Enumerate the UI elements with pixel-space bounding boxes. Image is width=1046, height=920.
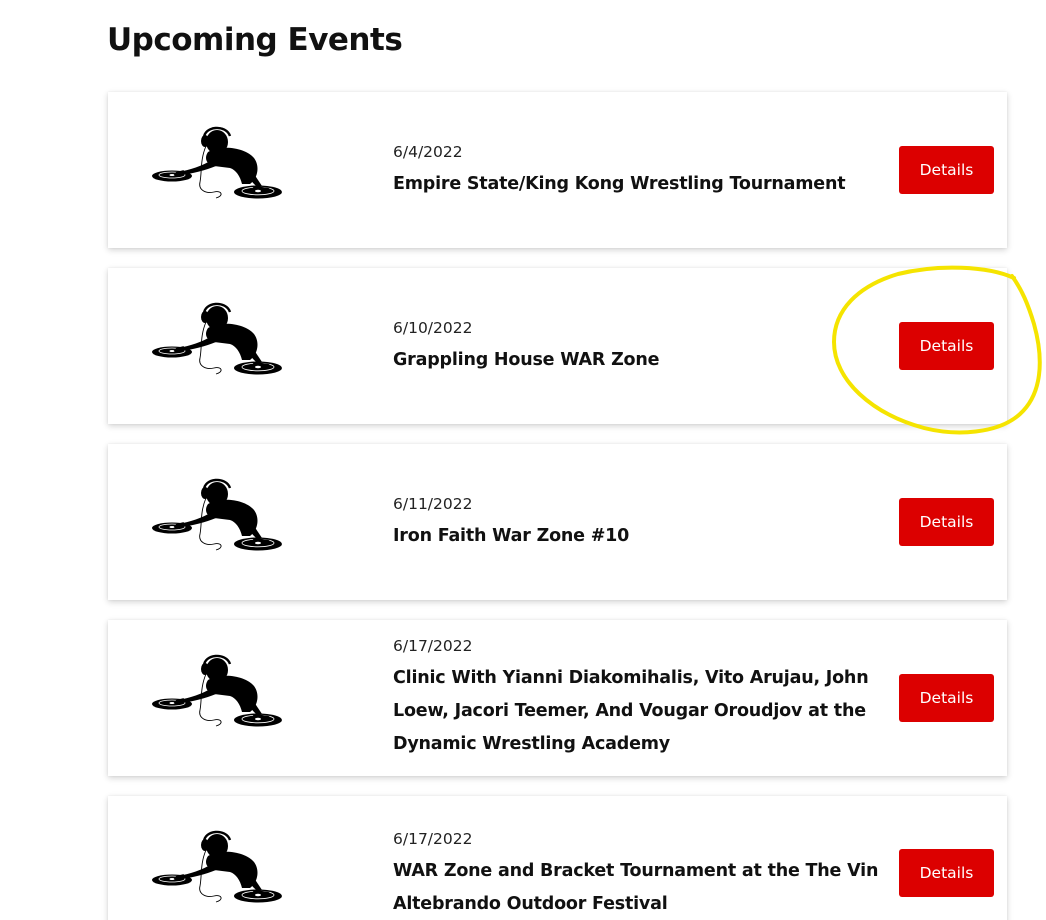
event-card: 6/17/2022 WAR Zone and Bracket Tournamen… xyxy=(108,796,1007,920)
dj-turntables-silhouette-icon xyxy=(150,302,284,376)
dj-turntables-silhouette-icon xyxy=(150,654,284,728)
page: Upcoming Events 6/4/2022 Empire State/Ki… xyxy=(0,0,1046,920)
event-info: 6/10/2022 Grappling House WAR Zone xyxy=(393,318,883,377)
event-details-button[interactable]: Details xyxy=(899,146,994,194)
event-info: 6/4/2022 Empire State/King Kong Wrestlin… xyxy=(393,142,883,201)
dj-turntables-silhouette-icon xyxy=(150,478,284,552)
event-details-button[interactable]: Details xyxy=(899,322,994,370)
event-details-button[interactable]: Details xyxy=(899,674,994,722)
event-date: 6/11/2022 xyxy=(393,495,473,513)
dj-turntables-silhouette-icon xyxy=(150,126,284,200)
event-date: 6/10/2022 xyxy=(393,319,473,337)
event-name: Clinic With Yianni Diakomihalis, Vito Ar… xyxy=(393,668,869,754)
event-details-button[interactable]: Details xyxy=(899,849,994,897)
event-date: 6/17/2022 xyxy=(393,830,473,848)
event-details-button[interactable]: Details xyxy=(899,498,994,546)
event-name: WAR Zone and Bracket Tournament at the T… xyxy=(393,861,879,914)
event-card: 6/11/2022 Iron Faith War Zone #10 Detail… xyxy=(108,444,1007,600)
event-date: 6/4/2022 xyxy=(393,143,463,161)
event-name: Grappling House WAR Zone xyxy=(393,350,660,370)
page-title: Upcoming Events xyxy=(107,22,403,58)
event-date: 6/17/2022 xyxy=(393,637,473,655)
event-info: 6/17/2022 WAR Zone and Bracket Tournamen… xyxy=(393,829,883,920)
dj-turntables-silhouette-icon xyxy=(150,830,284,904)
event-info: 6/11/2022 Iron Faith War Zone #10 xyxy=(393,494,883,553)
event-name: Empire State/King Kong Wrestling Tournam… xyxy=(393,174,846,194)
event-card: 6/10/2022 Grappling House WAR Zone Detai… xyxy=(108,268,1007,424)
event-info: 6/17/2022 Clinic With Yianni Diakomihali… xyxy=(393,636,883,761)
event-card: 6/4/2022 Empire State/King Kong Wrestlin… xyxy=(108,92,1007,248)
event-name: Iron Faith War Zone #10 xyxy=(393,526,630,546)
event-card: 6/17/2022 Clinic With Yianni Diakomihali… xyxy=(108,620,1007,776)
